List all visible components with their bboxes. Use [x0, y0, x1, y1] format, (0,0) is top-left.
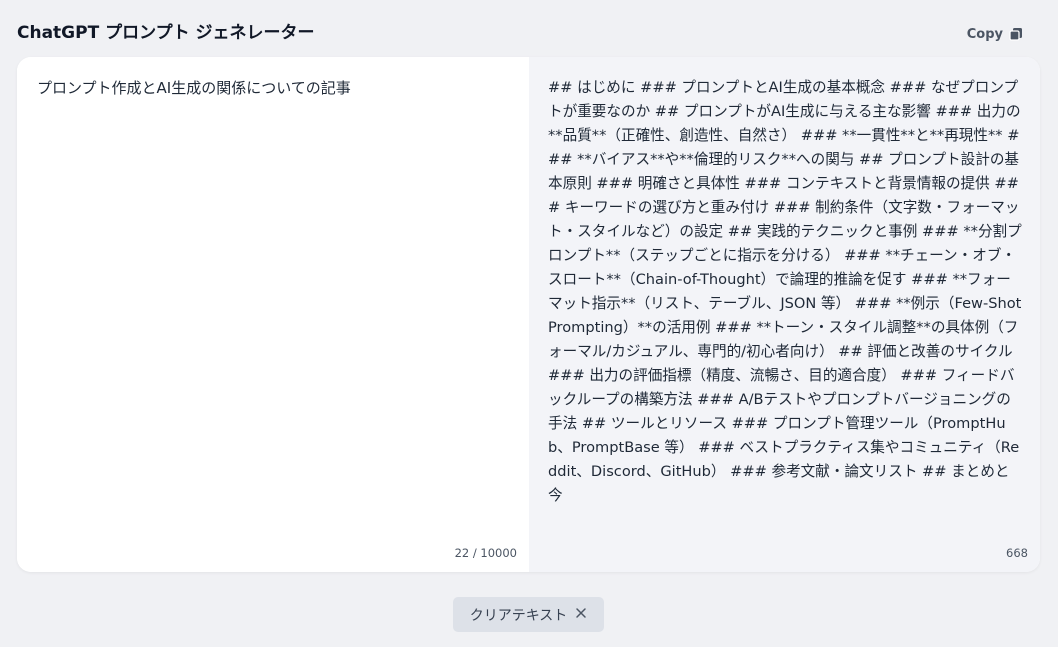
- copy-button-label: Copy: [966, 26, 1003, 42]
- input-pane[interactable]: プロンプト作成とAI生成の関係についての記事 22 / 10000: [17, 57, 529, 572]
- page: ChatGPT プロンプト ジェネレーター Copy プロンプト作成とAI生成の…: [0, 0, 1058, 647]
- generated-prompt-output: ## はじめに ### プロンプトとAI生成の基本概念 ### なぜプロンプトが…: [548, 79, 1022, 504]
- output-char-counter: 668: [1006, 546, 1028, 560]
- header: ChatGPT プロンプト ジェネレーター Copy: [17, 20, 1040, 48]
- clear-text-button[interactable]: クリアテキスト: [453, 597, 604, 632]
- close-icon: [575, 607, 587, 622]
- clear-text-label: クリアテキスト: [469, 607, 568, 624]
- output-pane: ## はじめに ### プロンプトとAI生成の基本概念 ### なぜプロンプトが…: [529, 57, 1040, 572]
- prompt-card: プロンプト作成とAI生成の関係についての記事 22 / 10000 ## はじめ…: [17, 57, 1040, 572]
- prompt-input[interactable]: プロンプト作成とAI生成の関係についての記事: [37, 76, 507, 100]
- page-title: ChatGPT プロンプト ジェネレーター: [17, 23, 315, 43]
- copy-icon: [1009, 27, 1023, 41]
- input-char-counter: 22 / 10000: [454, 546, 517, 560]
- copy-button[interactable]: Copy: [967, 23, 1023, 45]
